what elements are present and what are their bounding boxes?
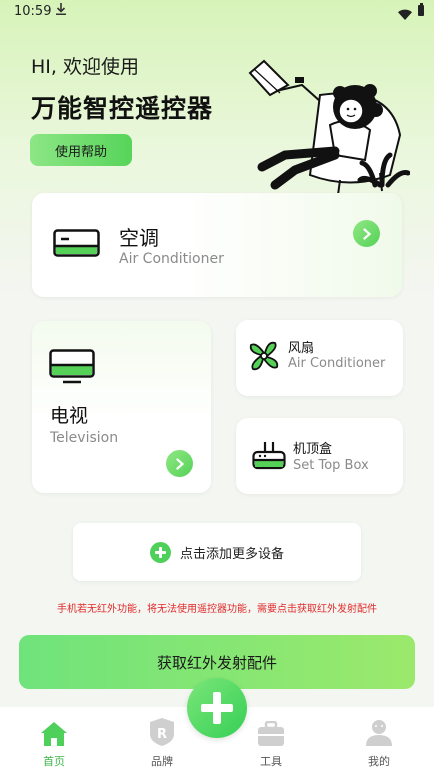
nav-label-mine: 我的: [368, 755, 390, 768]
infrared-warning-text: 手机若无红外功能，将无法使用遥控器功能，需要点击获取红外发射配件: [57, 604, 377, 615]
add-more-devices-button[interactable]: 点击添加更多设备: [73, 523, 361, 581]
fan-subtitle: Air Conditioner: [288, 356, 386, 371]
television-title: 电视: [50, 405, 89, 427]
add-more-label: 点击添加更多设备: [179, 546, 284, 562]
status-time: 10:59: [14, 4, 52, 19]
plus-circle-icon: [149, 541, 171, 563]
air-conditioner-card[interactable]: 空调 Air Conditioner: [32, 193, 402, 297]
user-icon: [365, 717, 393, 747]
fan-icon: [248, 340, 280, 376]
app-title: 万能智控遥控器: [31, 94, 214, 123]
air-conditioner-icon: [53, 229, 100, 261]
nav-label-brand: 品牌: [151, 755, 173, 768]
fan-card[interactable]: 风扇 Air Conditioner: [236, 320, 403, 396]
set-top-box-card[interactable]: 机顶盒 Set Top Box: [236, 418, 403, 494]
tv-icon: [49, 349, 95, 388]
air-conditioner-subtitle: Air Conditioner: [119, 251, 224, 267]
set-top-box-subtitle: Set Top Box: [293, 458, 369, 473]
home-icon: [40, 717, 68, 747]
nav-item-mine[interactable]: 我的: [325, 707, 433, 773]
nav-label-home: 首页: [43, 755, 65, 768]
hero-illustration: [240, 55, 411, 196]
television-subtitle: Television: [50, 430, 119, 446]
status-bar: 10:59: [0, 0, 434, 24]
download-icon: [56, 3, 66, 18]
wifi-icon: [398, 5, 412, 24]
toolbox-icon: [257, 717, 285, 747]
battery-icon: [418, 3, 424, 16]
nav-label-tools: 工具: [260, 755, 282, 768]
television-card[interactable]: 电视 Television: [32, 321, 211, 493]
chevron-right-icon[interactable]: [353, 220, 380, 247]
fan-title: 风扇: [288, 341, 315, 356]
add-fab-button[interactable]: [187, 678, 247, 738]
brand-shield-icon: R: [149, 717, 175, 747]
nav-item-home[interactable]: 首页: [0, 707, 108, 773]
greeting-text: HI, 欢迎使用: [31, 56, 139, 78]
air-conditioner-title: 空调: [119, 226, 159, 250]
router-icon: [252, 440, 286, 474]
chevron-right-icon[interactable]: [166, 450, 193, 477]
set-top-box-title: 机顶盒: [293, 442, 333, 457]
help-button[interactable]: 使用帮助: [30, 134, 132, 166]
svg-text:R: R: [157, 727, 167, 742]
